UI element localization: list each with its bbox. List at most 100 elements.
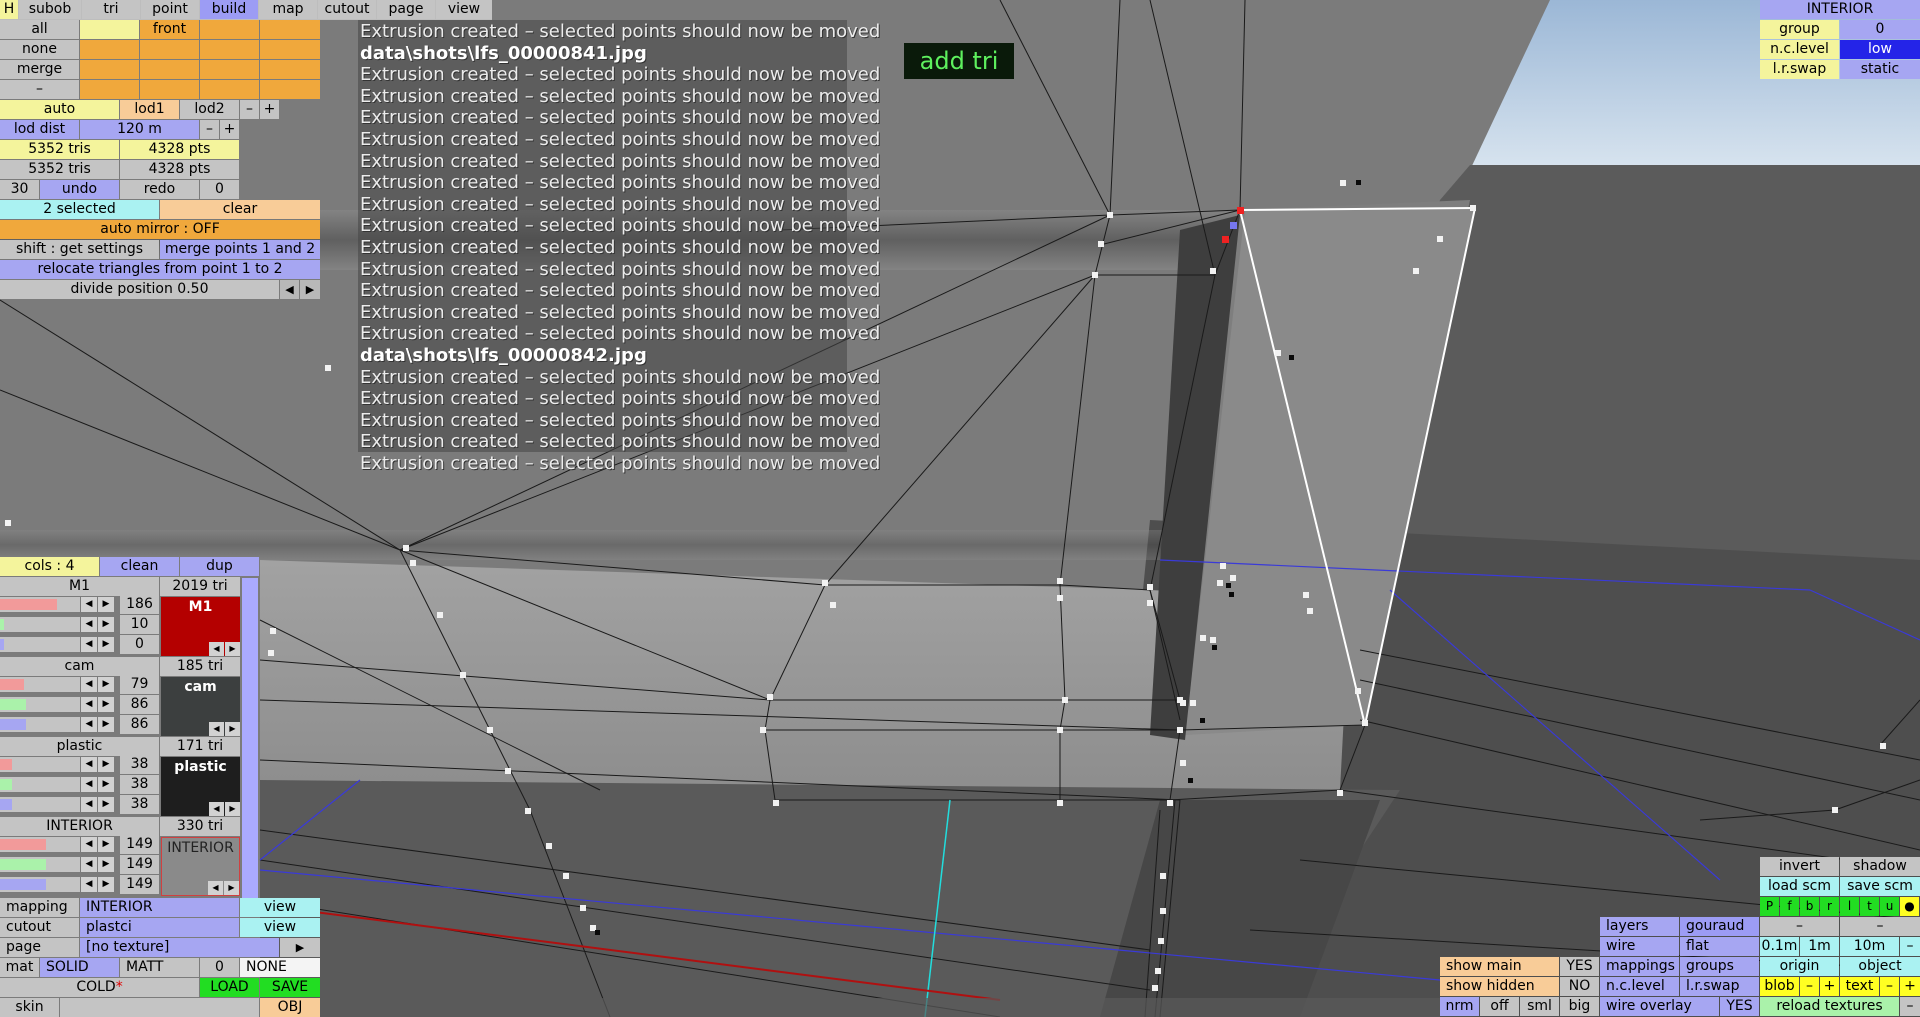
material-r-slider[interactable]	[0, 837, 80, 852]
blob-plus-button[interactable]: +	[1820, 977, 1839, 996]
page-next-arrow-icon[interactable]: ▶	[280, 938, 320, 957]
slider-left-arrow-icon[interactable]: ◀	[81, 697, 97, 712]
clear-selection-button[interactable]: clear	[160, 200, 320, 219]
slider-right-arrow-icon[interactable]: ▶	[98, 757, 114, 772]
view-f-button[interactable]: f	[1780, 897, 1799, 916]
view-u-button[interactable]: u	[1880, 897, 1899, 916]
lod-plus-button[interactable]: +	[260, 100, 279, 119]
slider-right-arrow-icon[interactable]: ▶	[98, 717, 114, 732]
slider-right-arrow-icon[interactable]: ▶	[98, 837, 114, 852]
cutout-value[interactable]: plastci	[80, 918, 239, 937]
material-r-slider[interactable]	[0, 757, 80, 772]
color-slot[interactable]	[140, 40, 199, 59]
show-hidden-value[interactable]: NO	[1560, 977, 1599, 996]
gouraud-button[interactable]: gouraud	[1680, 917, 1759, 936]
material-r-value[interactable]: 79	[120, 675, 159, 694]
layers-button[interactable]: layers	[1600, 917, 1679, 936]
color-slot[interactable]	[200, 80, 259, 99]
skin-value[interactable]	[60, 998, 259, 1017]
none-button[interactable]: NONE	[240, 958, 320, 977]
blob-button[interactable]: blob	[1760, 977, 1799, 996]
redo-button[interactable]: redo	[120, 180, 199, 199]
slider-left-arrow-icon[interactable]: ◀	[81, 757, 97, 772]
grid-01m-button[interactable]: 0.1m	[1760, 937, 1799, 956]
swatch-left-arrow-icon[interactable]: ◀	[209, 722, 224, 736]
grid-minus-button[interactable]: –	[1900, 937, 1920, 956]
color-slot[interactable]	[200, 60, 259, 79]
mappings-button[interactable]: mappings	[1600, 957, 1679, 976]
slider-right-arrow-icon[interactable]: ▶	[98, 857, 114, 872]
material-b-slider[interactable]	[0, 637, 80, 652]
color-slot[interactable]	[260, 60, 320, 79]
dash-slot[interactable]: –	[1840, 917, 1920, 936]
material-g-value[interactable]: 86	[120, 695, 159, 714]
divide-position-value[interactable]: divide position 0.50	[0, 280, 279, 299]
dash-slot[interactable]: –	[1760, 917, 1839, 936]
material-g-value[interactable]: 38	[120, 775, 159, 794]
view-P-button[interactable]: P	[1760, 897, 1779, 916]
color-slot[interactable]	[200, 20, 259, 39]
material-b-value[interactable]: 86	[120, 715, 159, 734]
shadow-button[interactable]: shadow	[1840, 857, 1920, 876]
wire-button[interactable]: wire	[1600, 937, 1679, 956]
nc-level-button[interactable]: n.c.level	[1600, 977, 1679, 996]
groups-button[interactable]: groups	[1680, 957, 1759, 976]
material-name[interactable]: plastic	[0, 737, 159, 756]
grid-1m-button[interactable]: 1m	[1800, 937, 1839, 956]
view-dot-button[interactable]: ●	[1900, 897, 1919, 916]
lod2-button[interactable]: lod2	[180, 100, 239, 119]
material-b-slider[interactable]	[0, 797, 80, 812]
material-g-slider[interactable]	[0, 777, 80, 792]
color-slot[interactable]	[260, 80, 320, 99]
color-slot[interactable]	[80, 40, 139, 59]
menu-subob-tab[interactable]: subob	[19, 0, 81, 19]
materials-scrollbar[interactable]	[242, 578, 258, 898]
blob-minus-button[interactable]: –	[1800, 977, 1819, 996]
swatch-right-arrow-icon[interactable]: ▶	[224, 881, 239, 895]
save-button[interactable]: SAVE	[260, 978, 320, 997]
text-plus-button[interactable]: +	[1900, 977, 1920, 996]
material-r-slider[interactable]	[0, 677, 80, 692]
divide-right-arrow-icon[interactable]: ▶	[300, 280, 320, 299]
swatch-left-arrow-icon[interactable]: ◀	[209, 802, 224, 816]
mat-zero-value[interactable]: 0	[200, 958, 239, 977]
load-scm-button[interactable]: load scm	[1760, 877, 1839, 896]
lod-dist-minus-button[interactable]: –	[200, 120, 219, 139]
menu-map-tab[interactable]: map	[259, 0, 317, 19]
view-r-button[interactable]: r	[1820, 897, 1839, 916]
menu-h-button[interactable]: H	[0, 0, 18, 19]
material-swatch[interactable]: M1 ◀ ▶	[161, 597, 240, 656]
material-r-value[interactable]: 149	[120, 835, 159, 854]
slider-right-arrow-icon[interactable]: ▶	[98, 697, 114, 712]
menu-build-tab[interactable]: build	[200, 0, 258, 19]
slider-right-arrow-icon[interactable]: ▶	[98, 637, 114, 652]
slider-left-arrow-icon[interactable]: ◀	[81, 637, 97, 652]
invert-button[interactable]: invert	[1760, 857, 1839, 876]
view-t-button[interactable]: t	[1860, 897, 1879, 916]
lod1-button[interactable]: lod1	[120, 100, 179, 119]
material-swatch[interactable]: INTERIOR ◀ ▶	[161, 837, 240, 896]
get-settings-button[interactable]: shift : get settings	[0, 240, 159, 259]
menu-point-tab[interactable]: point	[141, 0, 199, 19]
slider-left-arrow-icon[interactable]: ◀	[81, 717, 97, 732]
auto-mirror-toggle[interactable]: auto mirror : OFF	[0, 220, 320, 239]
mapping-view-button[interactable]: view	[240, 898, 320, 917]
slider-right-arrow-icon[interactable]: ▶	[98, 617, 114, 632]
show-main-value[interactable]: YES	[1560, 957, 1599, 976]
page-value[interactable]: [no texture]	[80, 938, 279, 957]
menu-cutout-tab[interactable]: cutout	[318, 0, 376, 19]
color-slot[interactable]	[260, 20, 320, 39]
material-g-slider[interactable]	[0, 857, 80, 872]
color-slot[interactable]	[260, 40, 320, 59]
material-r-value[interactable]: 186	[120, 595, 159, 614]
color-slot[interactable]	[80, 60, 139, 79]
off-button[interactable]: off	[1480, 997, 1519, 1016]
big-button[interactable]: big	[1560, 997, 1599, 1016]
slider-right-arrow-icon[interactable]: ▶	[98, 877, 114, 892]
color-slot[interactable]	[140, 60, 199, 79]
cols-count[interactable]: cols : 4	[0, 557, 99, 576]
load-button[interactable]: LOAD	[200, 978, 259, 997]
view-b-button[interactable]: b	[1800, 897, 1819, 916]
merge-points-button[interactable]: merge points 1 and 2	[160, 240, 320, 259]
lr-swap-value[interactable]: static	[1840, 60, 1920, 79]
